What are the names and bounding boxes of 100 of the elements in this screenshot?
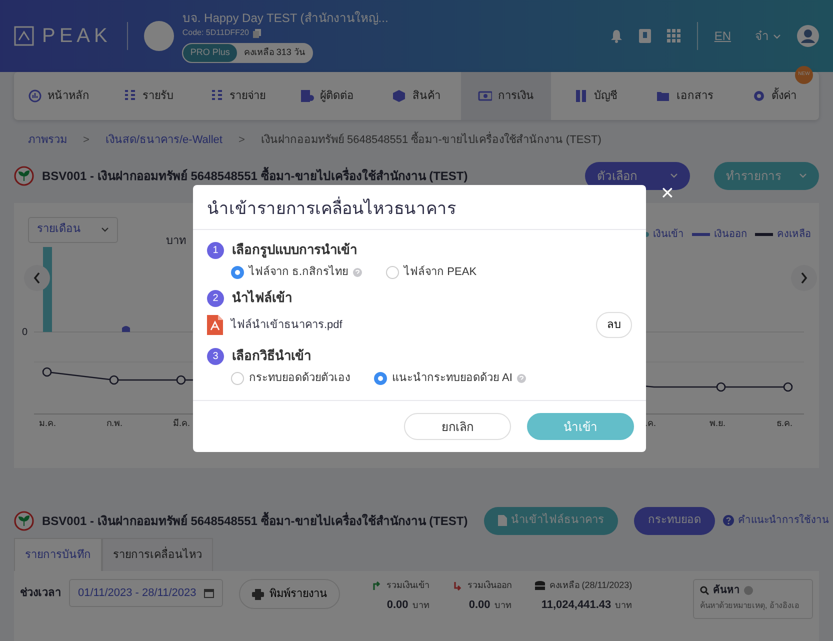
data-point (783, 382, 793, 392)
period-select[interactable]: รายเดือน (28, 216, 118, 242)
company-code: Code: 5D11DFF20 (182, 27, 249, 40)
breadcrumb-separator: > (83, 133, 90, 148)
radio-button[interactable] (231, 266, 244, 279)
file-name: ไฟล์นำเข้าธนาคาร.pdf (231, 317, 342, 333)
radio-button[interactable] (386, 266, 400, 279)
account-title: BSV001 - เงินฝากออมทรัพย์ 5648548551 ซื้อมา-ขายไปเครื่องใช้สำนักงาน (TEST) (42, 166, 468, 184)
bank-logo (14, 166, 34, 186)
radio-button[interactable] (231, 372, 244, 385)
currency-unit: บาท (412, 598, 430, 612)
caret-icon (101, 227, 109, 232)
company-name: บจ. Happy Day TEST (สำนักงานใหญ่... (182, 10, 388, 28)
copy-icon[interactable] (252, 28, 261, 38)
user-menu[interactable]: จ๋า (755, 27, 781, 45)
plan-badge: PRO Plus คงเหลือ 313 วัน (182, 43, 313, 63)
help-link[interactable]: คำแนะนำการใช้งาน (722, 513, 829, 528)
step-number: 1 (207, 242, 224, 259)
nav-tab[interactable]: รายจ่าย (192, 72, 282, 120)
nav-tab[interactable]: สินค้า (372, 72, 462, 120)
data-point (42, 367, 52, 377)
radio-option[interactable]: กระทบยอดด้วยตัวเอง (231, 370, 350, 386)
printer-icon (252, 588, 264, 600)
pdf-file-icon (207, 315, 223, 336)
caret-icon (799, 173, 807, 178)
total-label: คงเหลือ (28/11/2023) (549, 579, 632, 592)
next-button[interactable] (791, 265, 817, 291)
tab[interactable]: รายการบันทึก (14, 538, 102, 571)
cancel-button[interactable]: ยกเลิก (404, 413, 511, 440)
legend-label: เงินออก (714, 228, 747, 242)
total-value: 11,024,441.43 (541, 598, 612, 612)
tab[interactable]: รายการเคลื่อนไหว (102, 538, 213, 571)
dashboard-icon (28, 89, 42, 103)
nav-tab[interactable]: เอกสาร (640, 72, 730, 120)
axis-label: ธ.ค. (775, 417, 794, 430)
ledger-icon (574, 89, 588, 103)
data-point (176, 375, 186, 385)
language-link[interactable]: EN (714, 27, 731, 45)
list-icon (210, 89, 224, 103)
box-icon (392, 89, 406, 103)
folder-icon (656, 89, 670, 103)
reconcile-button[interactable]: กระทบยอด (634, 506, 715, 534)
nav-tab[interactable]: หน้าหลัก (14, 72, 104, 120)
axis-label: .ค. (644, 417, 657, 430)
currency-unit: บาท (494, 598, 512, 612)
money-icon (478, 89, 492, 103)
calendar-icon (204, 588, 214, 598)
axis-label: พ.ย. (708, 417, 726, 430)
breadcrumb-separator: > (238, 133, 245, 148)
date-range-field[interactable]: 01/11/2023 - 28/11/2023 (69, 579, 224, 607)
breadcrumb-link[interactable]: ภาพรวม (28, 132, 67, 148)
radio-option[interactable]: แนะนำกระทบยอดด้วย AI (374, 370, 526, 386)
bell-icon[interactable] (610, 29, 624, 43)
logo-text: PEAK (42, 24, 112, 49)
breadcrumb-link[interactable]: เงินสด/ธนาคาร/e-Wallet (105, 132, 222, 148)
total-label: รวมเงินเข้า (386, 579, 430, 592)
help-icon (744, 586, 753, 595)
apps-grid-icon[interactable] (667, 29, 682, 43)
total-value: 0.00 (386, 598, 408, 612)
book-icon[interactable] (639, 29, 652, 43)
dialog-title: นำเข้ารายการเคลื่อนไหวธนาคาร (207, 199, 632, 220)
company-logo (144, 21, 174, 51)
data-point (109, 375, 119, 385)
help-icon (722, 515, 734, 526)
arrow-in-icon (372, 580, 382, 591)
step-title: เลือกวิธีนำเข้า (232, 347, 311, 366)
step-number: 2 (207, 290, 224, 307)
nav-tab[interactable]: ผู้ติดต่อ (282, 72, 372, 120)
axis-unit: บาท (166, 234, 186, 248)
total-value: 0.00 (468, 598, 490, 612)
previous-button[interactable] (24, 265, 50, 291)
field-label: ค้นหา (713, 583, 740, 598)
nav-tab[interactable]: การเงิน (461, 72, 551, 120)
data-point (716, 382, 726, 392)
nav-tab[interactable]: บัญชี (550, 72, 640, 120)
user-avatar[interactable] (797, 25, 819, 47)
chevron-left-icon (33, 272, 41, 284)
search-box[interactable]: ค้นหา ค้นหาด้วยหมายเหตุ, อ้างอิงเอ (693, 579, 813, 619)
step-number: 3 (207, 348, 224, 365)
radio-option[interactable]: ไฟล์จาก PEAK (386, 264, 477, 280)
logo-icon (14, 26, 34, 46)
delete-button[interactable]: ลบ (596, 312, 632, 338)
legend-label: เงินเข้า (653, 228, 684, 242)
axis-label: มี.ค. (172, 417, 191, 430)
contact-icon (300, 89, 314, 103)
print-button[interactable]: พิมพ์รายงาน (239, 579, 340, 609)
axis-label: 0 (22, 326, 28, 340)
radio-option[interactable]: ไฟล์จาก ธ.กสิกรไทย (231, 264, 362, 280)
radio-button[interactable] (374, 372, 387, 385)
search-icon (700, 586, 709, 595)
step-title: เลือกรูปแบบการนำเข้า (232, 241, 357, 260)
caret-icon (670, 173, 678, 178)
total-label: รวมเงินออก (467, 579, 512, 592)
breadcrumb-current: เงินฝากออมทรัพย์ 5648548551 ซื้อมา-ขายไปเครื่องใช้สำนักงาน (TEST) (260, 132, 602, 148)
axis-label: ก.พ. (105, 417, 124, 430)
file-icon (498, 515, 507, 526)
legend-label: คงเหลือ (777, 228, 811, 242)
step-title: นำไฟล์เข้า (232, 288, 292, 308)
nav-tab[interactable]: รายรับ (103, 72, 193, 120)
settings-icon (752, 89, 766, 103)
